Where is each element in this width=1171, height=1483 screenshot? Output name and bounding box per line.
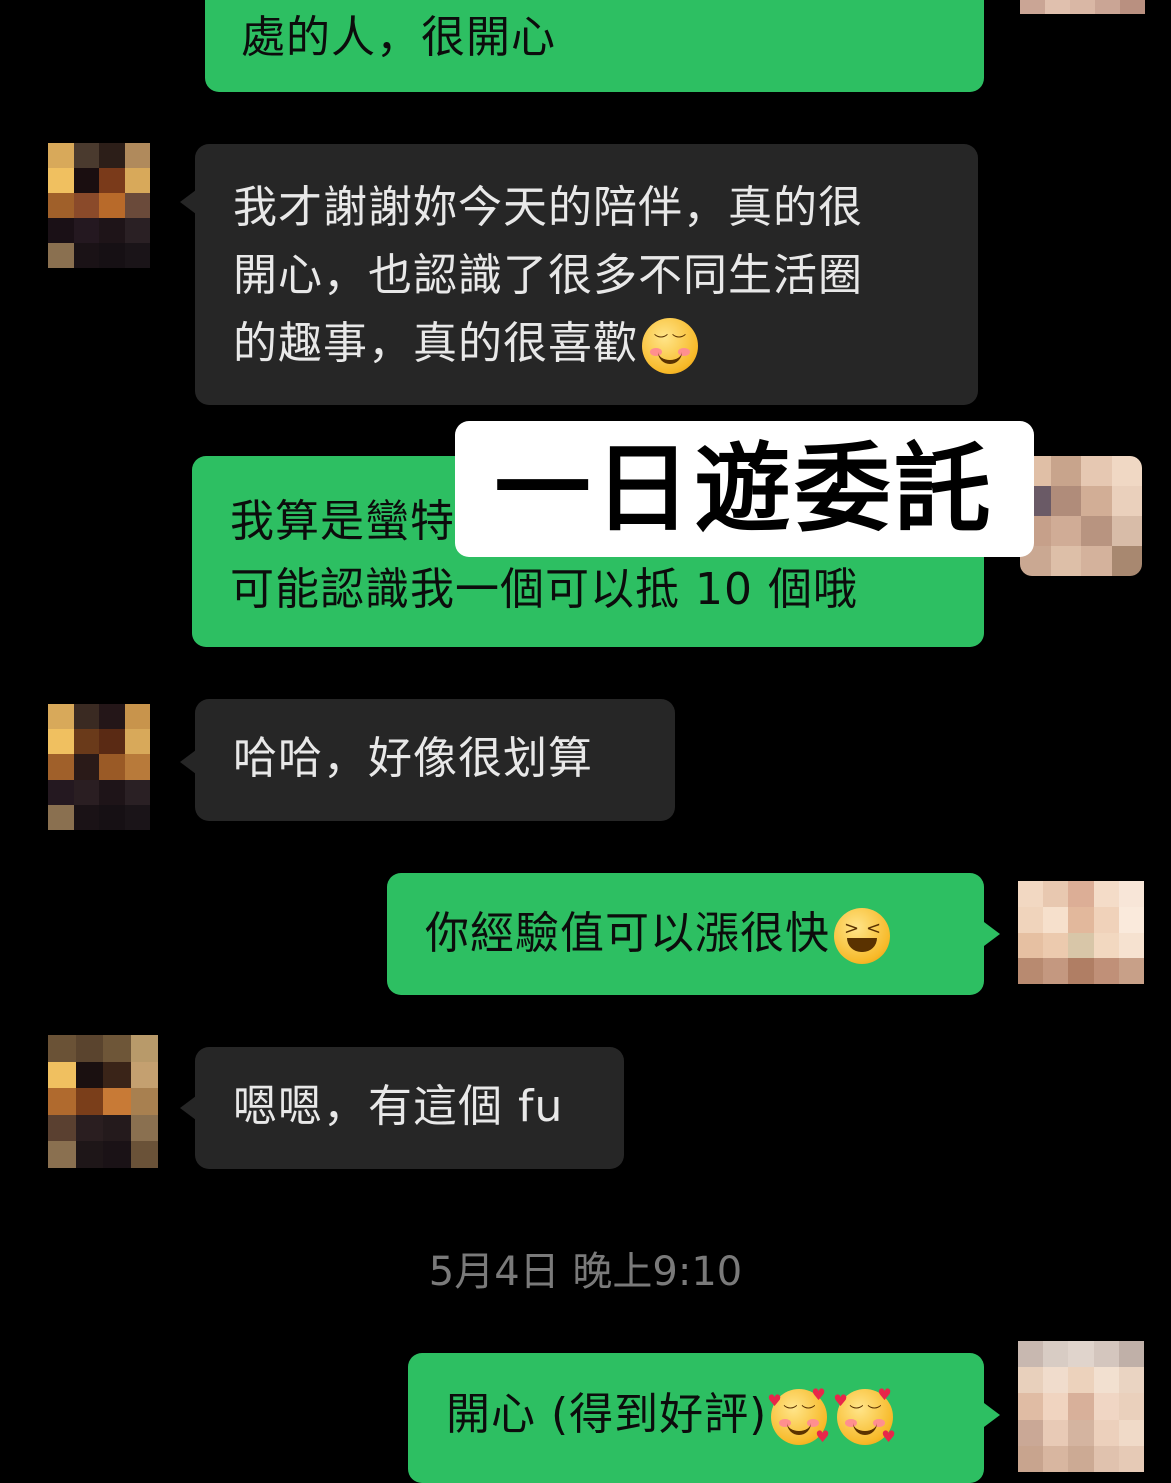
overlay-caption-text: 一日遊委託: [494, 433, 995, 545]
outgoing-message-1[interactable]: 處的人，很開心: [205, 0, 984, 92]
overlay-caption: 一日遊委託: [455, 421, 1034, 557]
contact-avatar[interactable]: [48, 143, 150, 268]
message-text: 嗯嗯，有這個 fu: [233, 1081, 564, 1132]
message-text: 哈哈，好像很划算: [233, 733, 593, 784]
date-separator: 5月4日 晚上9:10: [428, 1249, 743, 1295]
smiling-face-with-hearts-icon: ︶ ︶ ♥ ♥ ♥: [833, 1385, 897, 1446]
bubble-tail: [984, 1403, 1000, 1427]
grinning-squinting-face-icon: > <: [834, 908, 890, 964]
smiling-face-with-hearts-icon: ︶ ︶ ♥ ♥ ♥: [767, 1385, 831, 1446]
bubble-tail: [984, 922, 1000, 946]
contact-avatar[interactable]: [48, 704, 150, 830]
message-line: 可能認識我一個可以抵 10 個哦: [230, 564, 858, 615]
my-avatar[interactable]: [1020, 456, 1142, 576]
message-line: 開心，也認識了很多不同生活圈: [233, 250, 863, 301]
bubble-tail: [180, 190, 196, 214]
message-line: 的趣事，真的很喜歡 ︶ ︶: [233, 310, 978, 378]
bubble-tail: [180, 1096, 196, 1120]
message-text: 你經驗值可以漲很快: [425, 908, 830, 959]
incoming-message-3[interactable]: 嗯嗯，有這個 fu: [195, 1047, 624, 1169]
my-avatar[interactable]: [1018, 881, 1144, 984]
bubble-tail: [180, 750, 196, 774]
message-text: 開心 (得到好評): [446, 1389, 768, 1440]
message-line: 我才謝謝妳今天的陪伴，真的很: [233, 182, 863, 233]
incoming-message-1[interactable]: 我才謝謝妳今天的陪伴，真的很 開心，也認識了很多不同生活圈 的趣事，真的很喜歡 ︶…: [195, 144, 978, 405]
outgoing-message-3[interactable]: 你經驗值可以漲很快 > <: [387, 873, 984, 995]
my-avatar[interactable]: [1018, 1341, 1144, 1472]
message-text: 處的人，很開心: [241, 12, 556, 63]
my-avatar[interactable]: [1020, 0, 1145, 14]
incoming-message-2[interactable]: 哈哈，好像很划算: [195, 699, 675, 821]
contact-avatar[interactable]: [48, 1035, 158, 1168]
smiling-face-icon: ︶ ︶: [642, 318, 698, 374]
outgoing-message-4[interactable]: 開心 (得到好評) ︶ ︶ ♥ ♥ ♥ ︶ ︶ ♥ ♥ ♥: [408, 1353, 984, 1483]
